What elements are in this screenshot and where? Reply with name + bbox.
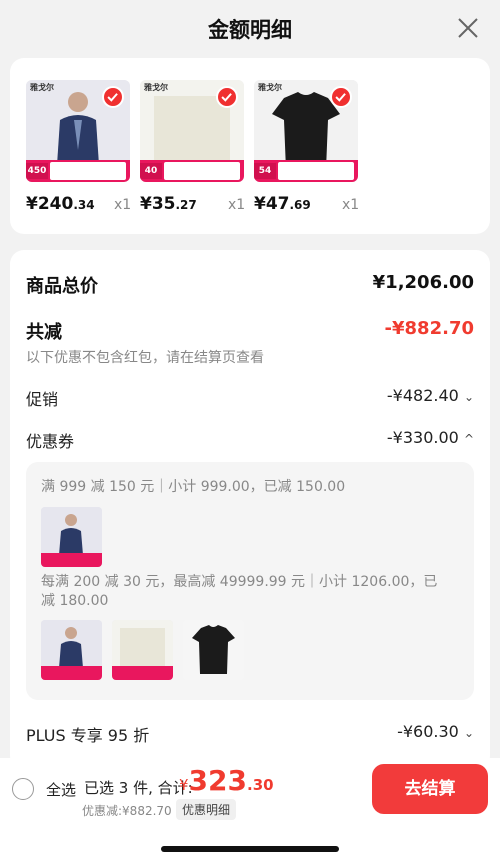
checked-icon[interactable] [102, 86, 124, 108]
product-item[interactable]: 雅戈尔 450 ¥240.34 x1 [26, 80, 131, 214]
product-qty: x1 [228, 197, 246, 213]
header: 金额明细 [0, 0, 500, 56]
product-qty: x1 [114, 197, 132, 213]
coupon-product-thumb [112, 620, 173, 680]
reduce-note: 以下优惠不包含红包，请在结算页查看 [26, 350, 264, 366]
coupon-rule-1: 满 999 减 150 元｜小计 999.00，已减 150.00 [41, 479, 346, 495]
coupon-detail-box: 满 999 减 150 元｜小计 999.00，已减 150.00 每满 200… [26, 462, 474, 700]
plus-label: PLUS 专享 95 折 [26, 726, 150, 745]
promo-banner: 450 [26, 160, 130, 182]
product-qty: x1 [342, 197, 360, 213]
chevron-up-icon: ^ [463, 432, 474, 446]
coupon-product-thumb [41, 620, 102, 680]
tshirt-image [183, 620, 244, 680]
product-price: ¥47.69 [254, 194, 311, 214]
select-all-label[interactable]: 全选 [46, 779, 76, 800]
product-image[interactable]: 雅戈尔 54 [254, 80, 358, 182]
product-image[interactable]: 雅戈尔 450 [26, 80, 130, 182]
product-item[interactable]: 雅戈尔 40 ¥35.27 x1 [140, 80, 245, 214]
reduce-label: 共减 [26, 322, 62, 343]
promo-banner: 40 [140, 160, 244, 182]
checkout-button[interactable]: 去结算 [372, 764, 488, 814]
total-label: 商品总价 [26, 276, 98, 297]
discount-text: 优惠减:¥882.70 [82, 804, 172, 818]
coupon-rule-2: 每满 200 减 30 元，最高减 49999.99 元｜小计 1206.00，… [41, 574, 438, 609]
chevron-down-icon: ⌄ [463, 390, 474, 404]
product-list-card: 雅戈尔 450 ¥240.34 x1 雅戈尔 40 ¥35.27 x1 雅戈尔 … [10, 58, 490, 234]
total-sum: ¥323.30 [179, 764, 274, 797]
checked-icon[interactable] [330, 86, 352, 108]
promo-label: 促销 [26, 390, 59, 409]
promo-banner: 54 [254, 160, 358, 182]
product-image[interactable]: 雅戈尔 40 [140, 80, 244, 182]
product-price: ¥35.27 [140, 194, 197, 214]
brand-logo: 雅戈尔 [258, 83, 282, 92]
select-all-radio[interactable] [12, 778, 34, 800]
discount-detail-link[interactable]: 优惠明细 [176, 799, 237, 820]
page-title: 金额明细 [208, 18, 292, 42]
reduce-value: -¥882.70 [384, 318, 474, 339]
coupon-label: 优惠券 [26, 432, 75, 451]
home-indicator [161, 846, 339, 852]
coupon-product-thumb [183, 620, 244, 680]
coupon-product-thumb [41, 507, 102, 567]
total-value: ¥1,206.00 [372, 272, 474, 293]
amount-detail-card: 商品总价 ¥1,206.00 共减 -¥882.70 以下优惠不包含红包，请在结… [10, 250, 490, 770]
brand-logo: 雅戈尔 [30, 83, 54, 92]
brand-logo: 雅戈尔 [144, 83, 168, 92]
checked-icon[interactable] [216, 86, 238, 108]
chevron-down-icon: ⌄ [463, 726, 474, 740]
close-icon[interactable] [456, 16, 480, 40]
coupon-value: -¥330.00 ^ [386, 428, 474, 447]
product-price: ¥240.34 [26, 194, 95, 214]
selected-count: 已选 3 件, 合计: [84, 779, 193, 797]
plus-value: -¥60.30 ⌄ [397, 722, 474, 741]
product-item[interactable]: 雅戈尔 54 ¥47.69 x1 [254, 80, 359, 214]
promo-value: -¥482.40 ⌄ [386, 386, 474, 405]
